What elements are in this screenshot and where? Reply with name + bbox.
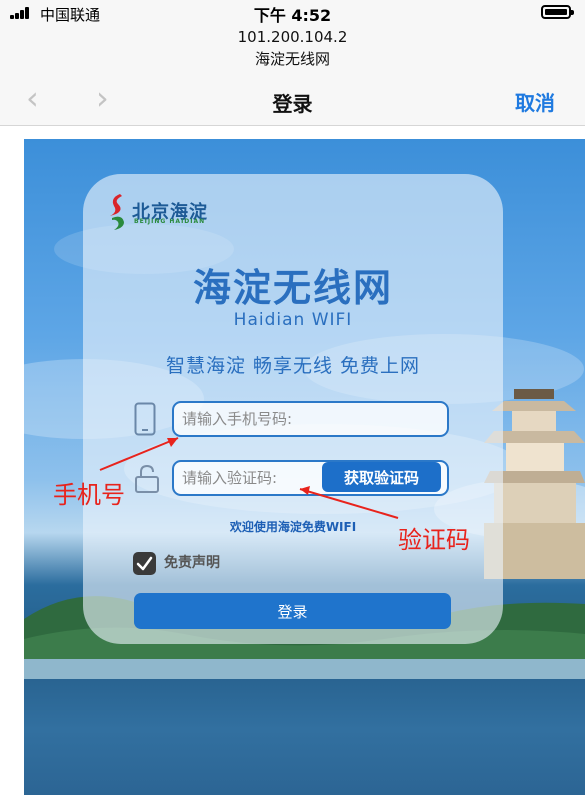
logo-mark-icon [110,194,124,230]
slogan: 智慧海淀 畅享无线 免费上网 [165,355,421,377]
lock-icon [135,464,159,493]
page-title: 登录 [272,92,313,116]
battery-icon [541,5,574,19]
annotation-code: 验证码 [398,526,470,554]
get-code-button[interactable]: 获取验证码 [322,462,441,492]
phone-input[interactable] [172,401,449,437]
url-address[interactable]: 101.200.104.2 [0,28,585,46]
login-button[interactable]: 登录 [134,593,451,629]
annotation-phone: 手机号 [53,481,125,509]
status-bar: 中国联通 下午 4:52 [0,0,585,26]
app-subtitle: Haidian WIFI [233,310,353,330]
site-name: 海淀无线网 [254,50,330,68]
browser-header: 101.200.104.2 海淀无线网 ‹ › 登录 取消 [0,26,585,126]
agreement-checkbox[interactable] [133,552,156,575]
clock: 下午 4:52 [253,6,332,25]
haidian-logo: 北京海淀 BEIJING HAIDIAN [106,192,216,232]
cancel-button[interactable]: 取消 [515,87,555,116]
disclaimer-link[interactable]: 免责声明 [164,552,220,572]
checkmark-icon [136,556,153,571]
phone-icon [134,402,156,436]
app-title: 海淀无线网 [192,266,393,310]
